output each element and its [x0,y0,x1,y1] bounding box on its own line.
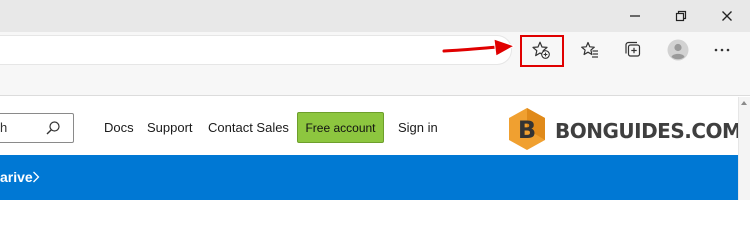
restore-button[interactable] [658,0,704,32]
search-text: h [0,120,8,135]
watermark-text: BONGUIDES.COM [555,119,742,143]
banner-text: arive [0,169,33,185]
web-page: h Docs Support Contact Sales Free accoun… [0,97,742,200]
nav-contact-sales-link[interactable]: Contact Sales [208,120,289,135]
more-dots-icon [714,48,730,52]
more-options-button[interactable] [705,34,739,66]
address-bar[interactable] [0,35,512,65]
pointer-arrow-icon [441,38,516,57]
search-icon[interactable] [45,120,61,136]
title-bar [0,0,750,32]
nav-docs-link[interactable]: Docs [104,120,134,135]
scroll-up-arrow-icon[interactable] [741,101,747,105]
profile-button[interactable] [661,34,695,66]
collections-icon [625,41,641,57]
bonguides-logo: B [509,108,545,150]
sign-in-link[interactable]: Sign in [398,120,438,135]
minimize-icon [630,15,640,17]
highlight-box [520,35,564,67]
close-icon [722,11,732,21]
free-account-button[interactable]: Free account [297,112,384,143]
minimize-button[interactable] [612,0,658,32]
favorites-list-icon [581,41,598,58]
profile-avatar-icon [667,39,689,61]
nav-support-link[interactable]: Support [147,120,193,135]
favorites-button[interactable] [573,34,607,66]
close-button[interactable] [704,0,750,32]
promo-banner[interactable]: arive [0,155,738,200]
browser-toolbar [0,32,750,69]
restore-icon [675,10,687,22]
chevron-right-icon [33,171,40,183]
search-input[interactable]: h [0,113,74,143]
favorites-bar [0,69,750,96]
scrollbar[interactable] [738,97,750,200]
logo-letter: B [518,116,536,144]
collections-button[interactable] [616,34,650,66]
